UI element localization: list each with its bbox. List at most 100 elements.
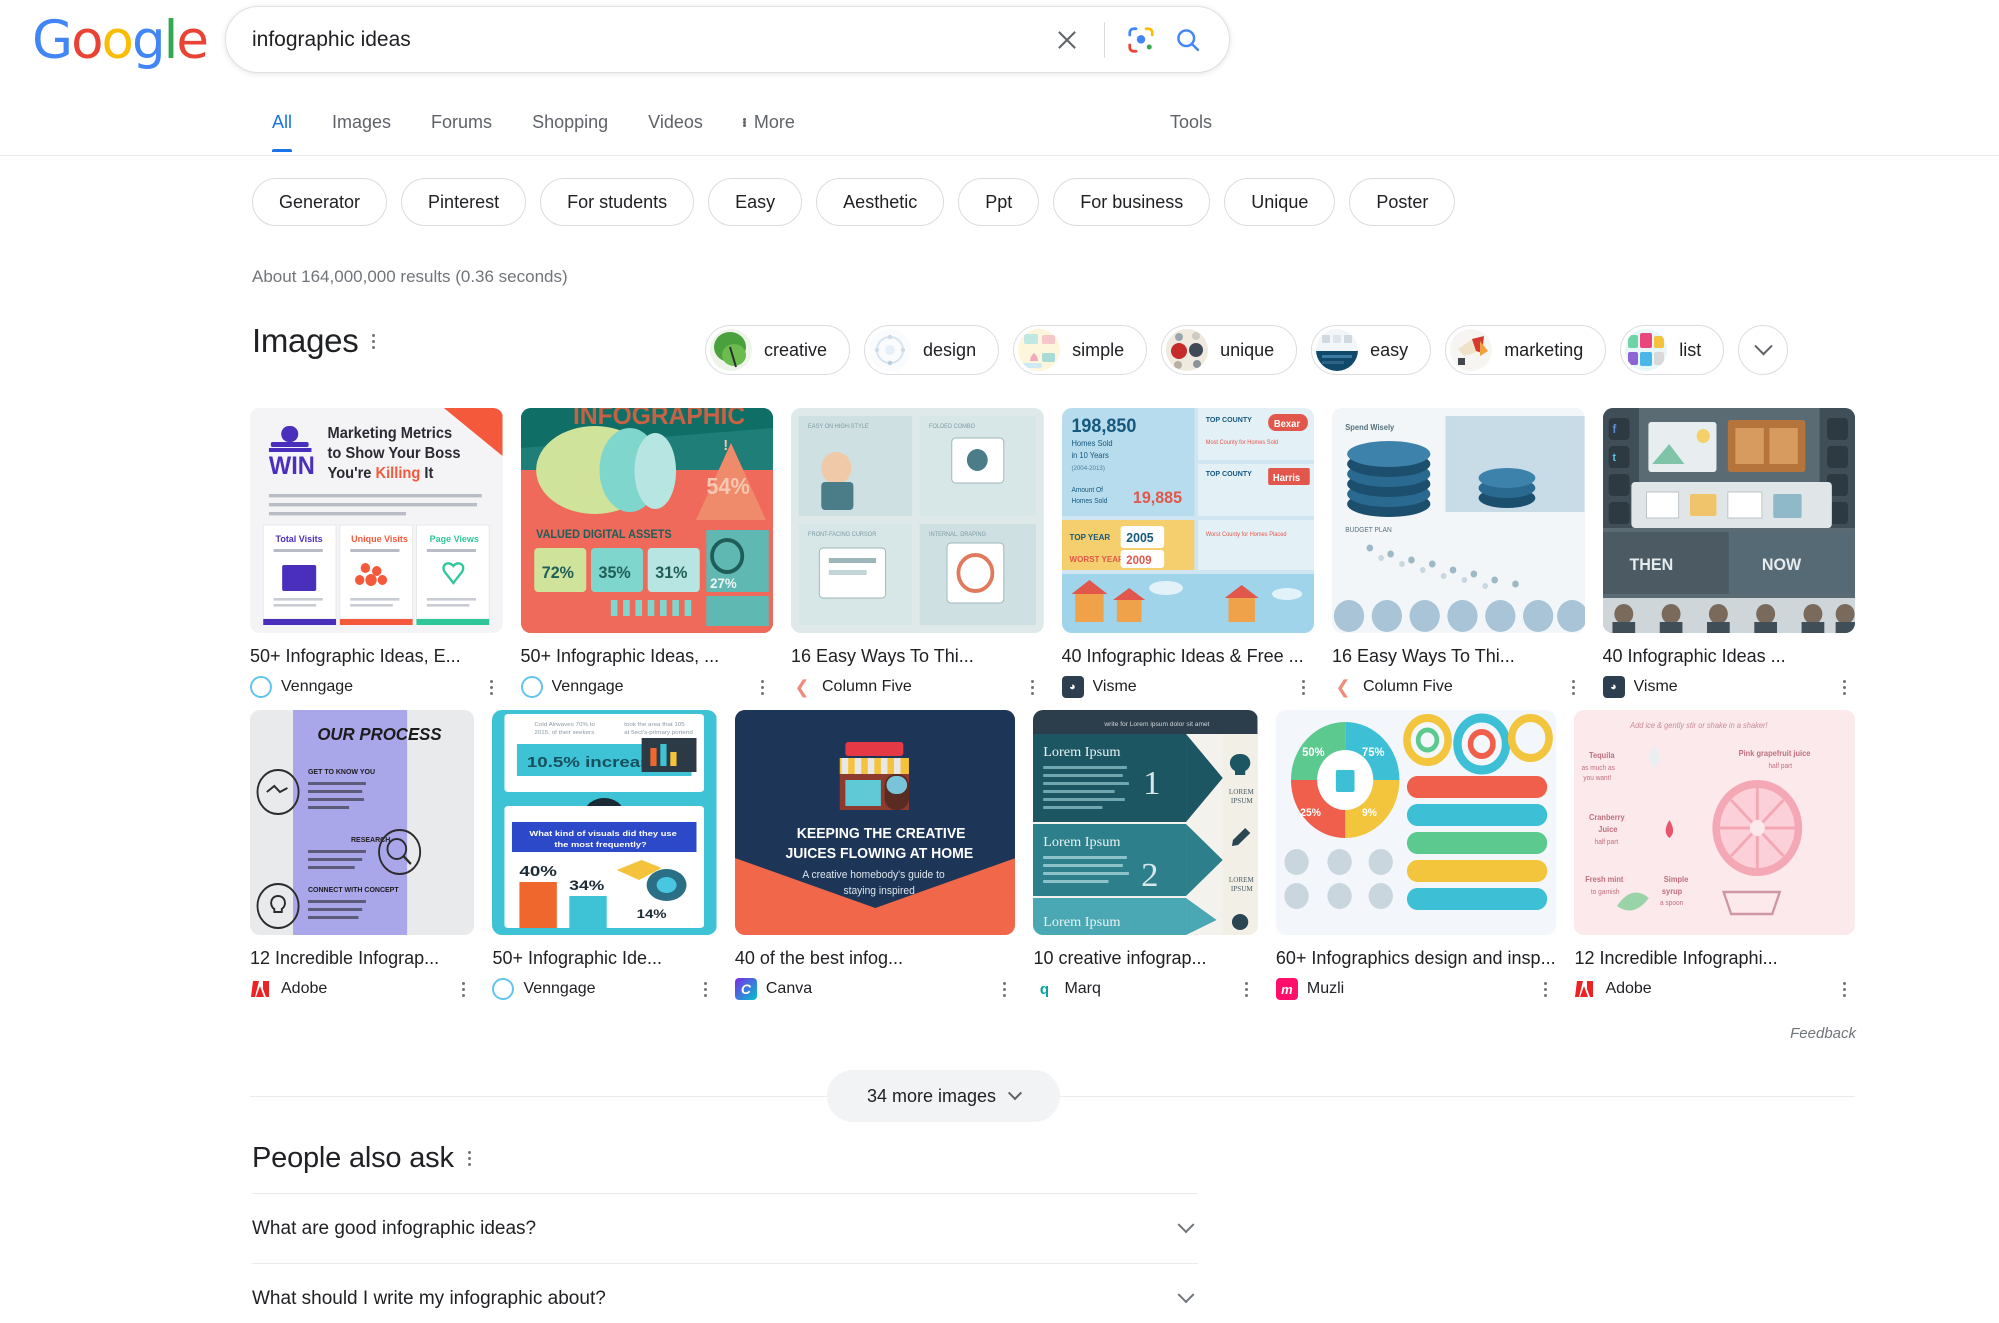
image-menu-button[interactable] (993, 978, 1015, 1000)
image-thumbnail[interactable]: Add ice & gently stir or shake in a shak… (1574, 710, 1855, 935)
image-thumbnail[interactable]: KEEPING THE CREATIVE JUICES FLOWING AT H… (734, 710, 1016, 935)
image-menu-button[interactable] (1236, 978, 1258, 1000)
tab-videos[interactable]: Videos (628, 98, 723, 151)
filter-chip-generator[interactable]: Generator (252, 178, 388, 226)
category-chip-list[interactable]: list (1620, 325, 1725, 375)
more-vert-icon (742, 118, 746, 127)
svg-text:Fresh mint: Fresh mint (1586, 875, 1625, 884)
svg-text:Homes Sold: Homes Sold (1071, 498, 1107, 505)
image-caption: 40 Infographic Ideas ... (1602, 646, 1786, 666)
image-menu-button[interactable] (1833, 978, 1855, 1000)
canva-favicon: C (734, 978, 757, 1000)
more-vert-icon[interactable] (467, 1151, 471, 1166)
tab-shopping[interactable]: Shopping (512, 98, 628, 151)
tab-images[interactable]: Images (312, 98, 411, 151)
image-caption: 40 of the best infog... (734, 948, 903, 968)
image-card[interactable]: Spend Wisely BUDGET PLAN 16 Easy Ways To… (1332, 408, 1585, 698)
svg-text:19,885: 19,885 (1132, 488, 1181, 508)
image-menu-button[interactable] (1022, 676, 1044, 698)
svg-text:Lorem Ipsum: Lorem Ipsum (1044, 744, 1121, 760)
image-thumbnail[interactable]: Spend Wisely BUDGET PLAN (1332, 408, 1585, 633)
tab-forums[interactable]: Forums (411, 98, 512, 151)
image-card[interactable]: Cold Airwaves 70% to 2015, of their seeke… (492, 710, 717, 1000)
google-lens-icon[interactable] (1119, 18, 1163, 62)
filter-chip-for-students[interactable]: For students (540, 178, 695, 226)
image-card[interactable]: KEEPING THE CREATIVE JUICES FLOWING AT H… (734, 710, 1016, 1000)
svg-text:50%: 50% (1302, 746, 1325, 759)
image-thumbnail[interactable]: 50% 75% 25% 9% (1275, 710, 1557, 935)
image-menu-button[interactable] (1534, 978, 1556, 1000)
svg-text:in 10 Years: in 10 Years (1071, 451, 1108, 460)
chevron-down-icon[interactable] (1738, 325, 1789, 375)
image-thumbnail[interactable]: OUR PROCESS GET TO KNOW YOU RESEARCH CON… (250, 710, 475, 935)
svg-text:Simple: Simple (1664, 875, 1689, 884)
feedback-link[interactable]: Feedback (1790, 1025, 1856, 1042)
search-bar[interactable] (225, 6, 1230, 73)
image-card[interactable]: write for Lorem ipsum dolor sit amet Lor… (1033, 710, 1258, 1000)
more-images-button[interactable]: 34 more images (827, 1070, 1061, 1122)
image-card[interactable]: 50% 75% 25% 9% 60+ Infographics design a… (1275, 710, 1557, 1000)
image-thumbnail[interactable]: EASY ON HIGH-STYLE FOLDED COMBO FRONT-FAC… (791, 408, 1044, 633)
image-source-name: Column Five (822, 678, 912, 695)
paa-question-item[interactable]: What should I write my infographic about… (252, 1263, 1198, 1323)
divider (1104, 21, 1105, 58)
filter-chip-poster[interactable]: Poster (1349, 178, 1456, 226)
image-source-row: Adobe (1574, 978, 1855, 1000)
svg-text:Page Views: Page Views (430, 534, 479, 544)
category-chip-unique[interactable]: unique (1161, 325, 1298, 375)
filter-chip-ppt[interactable]: Ppt (958, 178, 1040, 226)
category-chip-creative[interactable]: creative (705, 325, 851, 375)
image-menu-button[interactable] (1563, 676, 1585, 698)
logo-letter: l (163, 10, 179, 71)
paa-question-item[interactable]: What are good infographic ideas? (252, 1193, 1198, 1263)
image-menu-button[interactable] (695, 978, 717, 1000)
image-thumbnail[interactable]: INFOGRAPHIC 54% ! VALUED DIGITAL ASSETS … (520, 408, 773, 633)
image-menu-button[interactable] (481, 676, 503, 698)
image-menu-button[interactable] (1833, 676, 1855, 698)
image-source-name: Adobe (1605, 980, 1652, 997)
image-card[interactable]: 198,850 Homes Sold in 10 Years (2004-201… (1061, 408, 1314, 698)
image-thumbnail[interactable]: 198,850 Homes Sold in 10 Years (2004-201… (1061, 408, 1314, 633)
image-caption: 10 creative infograp... (1033, 948, 1207, 968)
category-chip-marketing[interactable]: marketing (1445, 325, 1607, 375)
more-images-section: 34 more images (250, 1070, 1855, 1122)
image-menu-button[interactable] (1292, 676, 1314, 698)
image-thumbnail[interactable]: Cold Airwaves 70% to 2015, of their seeke… (492, 710, 717, 935)
image-thumbnail[interactable]: WIN Marketing Metrics to Show Your Boss … (250, 408, 503, 633)
image-source-row: ◕ Visme (1602, 676, 1856, 698)
filter-chip-unique[interactable]: Unique (1224, 178, 1336, 226)
filter-chip-easy[interactable]: Easy (708, 178, 803, 226)
image-card[interactable]: INFOGRAPHIC 54% ! VALUED DIGITAL ASSETS … (520, 408, 773, 698)
category-chip-easy[interactable]: easy (1311, 325, 1432, 375)
search-icon[interactable] (1163, 18, 1213, 62)
more-vert-icon[interactable] (372, 333, 376, 349)
chevron-down-icon[interactable] (1177, 1285, 1195, 1303)
category-chip-design[interactable]: design (864, 325, 1000, 375)
tab-all[interactable]: All (252, 98, 312, 152)
category-chip-simple[interactable]: simple (1013, 325, 1148, 375)
image-card[interactable]: EASY ON HIGH-STYLE FOLDED COMBO FRONT-FAC… (791, 408, 1044, 698)
filter-chip-pinterest[interactable]: Pinterest (401, 178, 527, 226)
svg-text:!: ! (723, 438, 728, 454)
image-source-row: ❮ Column Five (1332, 676, 1585, 698)
image-thumbnail[interactable]: write for Lorem ipsum dolor sit amet Lor… (1033, 710, 1258, 935)
tab-more[interactable]: More (723, 98, 815, 151)
google-logo[interactable]: Google (32, 10, 209, 71)
svg-text:1: 1 (1144, 764, 1161, 802)
filter-chip-for-business[interactable]: For business (1053, 178, 1211, 226)
image-card[interactable]: f t THEN NOW 40 Infographic Ideas ... ◕ … (1602, 408, 1856, 698)
svg-text:FRONT-FACING CURSOR: FRONT-FACING CURSOR (808, 532, 876, 538)
image-card[interactable]: OUR PROCESS GET TO KNOW YOU RESEARCH CON… (250, 710, 475, 1000)
image-menu-button[interactable] (751, 676, 773, 698)
close-icon[interactable] (1044, 17, 1090, 63)
search-input[interactable] (226, 27, 1044, 52)
image-caption: 50+ Infographic Ideas, E... (250, 646, 461, 666)
image-card[interactable]: WIN Marketing Metrics to Show Your Boss … (250, 408, 503, 698)
image-thumbnail[interactable]: f t THEN NOW (1602, 408, 1855, 633)
image-card[interactable]: Add ice & gently stir or shake in a shak… (1574, 710, 1855, 1000)
filter-chip-aesthetic[interactable]: Aesthetic (816, 178, 945, 226)
image-source-name: Visme (1092, 678, 1137, 695)
image-menu-button[interactable] (452, 978, 474, 1000)
tools-button[interactable]: Tools (1160, 98, 1222, 147)
chevron-down-icon[interactable] (1177, 1215, 1195, 1233)
